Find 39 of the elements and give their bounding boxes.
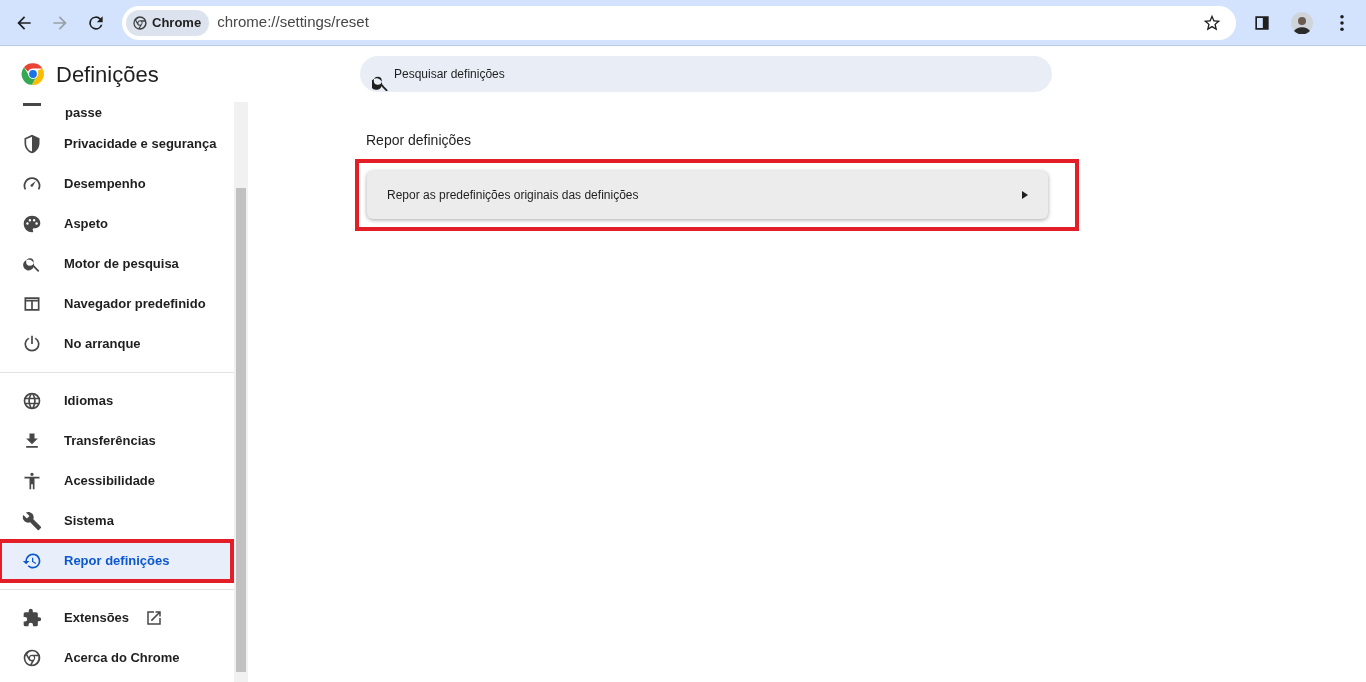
menu-dots-icon (1340, 14, 1344, 31)
sidebar-item[interactable]: Privacidade e segurança (0, 124, 232, 164)
sidebar-item[interactable]: Acerca do Chrome (0, 638, 232, 678)
avatar-icon (1291, 11, 1313, 34)
external-link-icon (145, 609, 164, 627)
search-icon (372, 75, 388, 91)
sidebar-item[interactable]: Acessibilidade (0, 461, 232, 501)
sidebar-item[interactable]: Navegador predefinido (0, 284, 232, 324)
reset-settings-row[interactable]: Repor as predefinições originais das definições (367, 171, 1048, 219)
sidebar-item[interactable]: No arranque (0, 324, 232, 364)
sidebar-item[interactable]: Desempenho (0, 164, 232, 204)
chrome-logo-icon (22, 648, 42, 668)
sidebar-item[interactable]: passe (0, 102, 232, 124)
sidebar-item[interactable]: Extensões (0, 598, 232, 638)
url-text: chrome://settings/reset (217, 12, 370, 33)
triangle-right-icon (1022, 191, 1028, 199)
page-title: Definições (56, 60, 159, 89)
globe-icon (22, 391, 42, 411)
sidebar-item[interactable]: Transferências (0, 421, 232, 461)
accessibility-icon (22, 471, 42, 491)
chrome-logo (20, 61, 46, 87)
wrench-icon (22, 511, 42, 531)
section-heading: Repor definições (366, 131, 473, 150)
chrome-logo-icon (132, 14, 148, 31)
sidebar-item[interactable]: Motor de pesquisa (0, 244, 232, 284)
shield-icon (22, 134, 42, 154)
scrollbar[interactable] (234, 102, 248, 682)
history-icon (22, 551, 42, 571)
browser-window-icon (22, 294, 42, 314)
puzzle-icon (22, 608, 42, 628)
power-icon (22, 334, 42, 354)
sidebar-item[interactable]: Idiomas (0, 381, 232, 421)
search-field[interactable]: Pesquisar definições (360, 56, 1052, 92)
sidebar-item[interactable]: Repor definições (0, 541, 232, 581)
address-bar[interactable]: Chrome chrome://settings/reset (122, 5, 1236, 40)
sidebar-item[interactable]: Sistema (0, 501, 232, 541)
site-info-chip[interactable]: Chrome (126, 9, 210, 36)
palette-icon (22, 214, 42, 234)
sidebar-item[interactable]: Aspeto (0, 204, 232, 244)
